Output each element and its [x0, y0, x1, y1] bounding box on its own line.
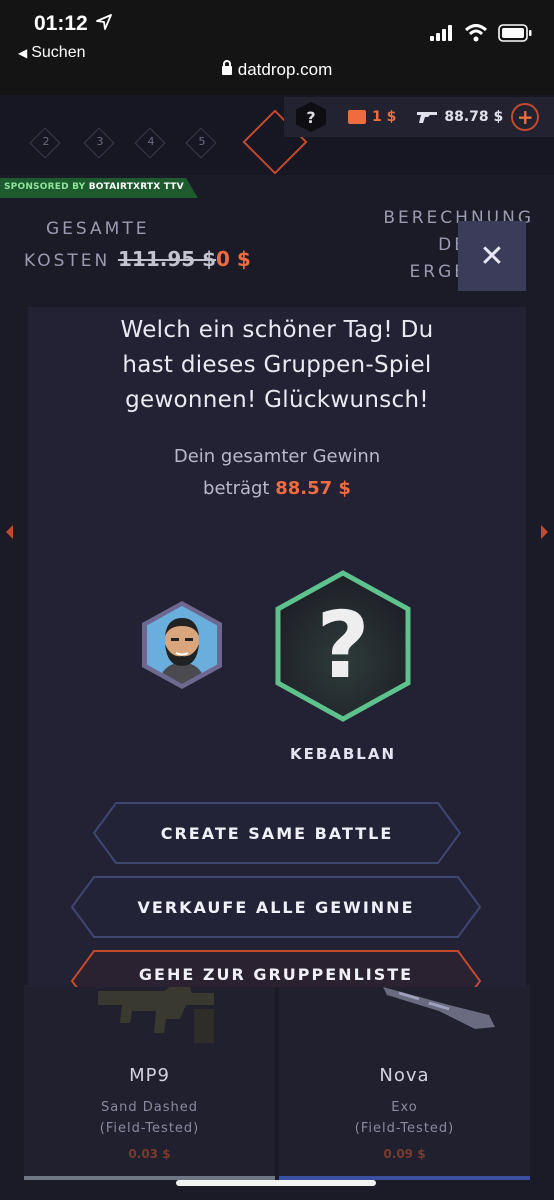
- battle-page: 2 3 4 5 ? 1 $ 88.78 $ + SPONSORED BY BOT…: [0, 95, 554, 1200]
- wallet-balance[interactable]: 1 $: [348, 109, 396, 125]
- total-winnings: Dein gesamter Gewinn beträgt 88.57 $: [173, 446, 381, 499]
- url-bar[interactable]: datdrop.com: [0, 60, 554, 80]
- ios-status-bar: 01:12 ◀ Suchen datdrop.com: [0, 0, 554, 95]
- back-triangle-icon: ◀: [18, 46, 28, 60]
- battle-result-modal: Welch ein schöner Tag! Du hast dieses Gr…: [28, 307, 526, 987]
- item-card[interactable]: Nova Exo (Field-Tested) 0.09 $: [279, 985, 530, 1180]
- create-same-battle-button[interactable]: CREATE SAME BATTLE: [92, 801, 462, 865]
- location-arrow-icon: [96, 14, 112, 30]
- battery-icon: [498, 24, 532, 42]
- item-details: Sand Dashed (Field-Tested): [99, 1100, 200, 1136]
- round-number: 2: [42, 135, 50, 148]
- item-price: 0.03 $: [128, 1147, 171, 1161]
- add-funds-button[interactable]: +: [511, 103, 540, 131]
- sponsor-banner[interactable]: SPONSORED BY BOTAIRTXRTX TTV: [0, 178, 198, 198]
- wallet-icon: [348, 110, 366, 124]
- item-details: Exo (Field-Tested): [354, 1100, 455, 1136]
- round-number: 3: [96, 135, 104, 148]
- user-hud: ? 1 $ 88.78 $ +: [284, 97, 554, 137]
- close-modal-button[interactable]: ✕: [458, 221, 526, 291]
- cost-label: KOSTEN: [24, 251, 111, 271]
- inventory-value[interactable]: 88.78 $: [416, 109, 503, 125]
- gun-icon: [417, 112, 438, 123]
- status-icons: [430, 24, 532, 42]
- home-indicator[interactable]: [176, 1180, 376, 1186]
- round-number: 5: [198, 135, 206, 148]
- clock: 01:12: [34, 12, 88, 35]
- winnings-amount: 88.57 $: [275, 478, 351, 499]
- go-to-group-list-button[interactable]: GEHE ZUR GRUPPENLISTE: [70, 949, 482, 987]
- item-card[interactable]: MP9 Sand Dashed (Field-Tested) 0.03 $: [24, 985, 275, 1180]
- player-avatar[interactable]: [142, 601, 222, 689]
- question-mark-icon: ?: [316, 592, 369, 699]
- final-cost: 0 $: [216, 247, 251, 271]
- result-message: Welch ein schöner Tag! Du hast dieses Gr…: [120, 317, 434, 413]
- lock-icon: [221, 60, 232, 75]
- nova-weapon-icon: [383, 987, 495, 1029]
- winner-name: KEBABLAN: [289, 745, 397, 763]
- item-name: MP9: [129, 1065, 170, 1086]
- left-arrow-icon[interactable]: [6, 525, 13, 539]
- wifi-icon: [464, 24, 488, 42]
- help-button[interactable]: ?: [296, 102, 326, 132]
- signal-icon: [430, 25, 452, 41]
- mystery-winner-badge: ?: [275, 570, 411, 722]
- item-name: Nova: [379, 1065, 430, 1086]
- right-arrow-icon[interactable]: [541, 525, 548, 539]
- item-price: 0.09 $: [383, 1147, 426, 1161]
- cost-label: GESAMTE: [46, 219, 150, 239]
- round-number: 4: [147, 135, 155, 148]
- mp9-weapon-icon: [98, 987, 214, 1043]
- sell-all-winnings-button[interactable]: VERKAUFE ALLE GEWINNE: [70, 875, 482, 939]
- original-cost: 111.95 $: [118, 247, 217, 271]
